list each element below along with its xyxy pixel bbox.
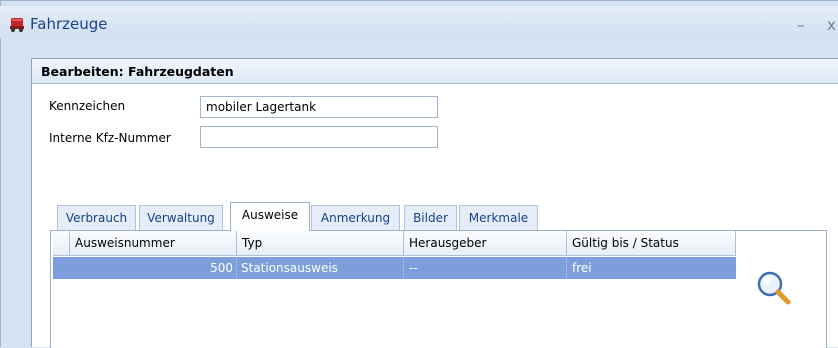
table-row[interactable]: 500 Stationsausweis -- frei [53, 257, 736, 279]
column-header-gueltig-bis-status[interactable]: Gültig bis / Status [567, 231, 736, 256]
cell-gueltig-bis-status: frei [572, 261, 592, 275]
title-bar: Fahrzeuge – x [0, 6, 838, 38]
tab-verbrauch[interactable]: Verbrauch [57, 205, 136, 230]
cell-typ: Stationsausweis [237, 257, 404, 279]
kfz-nummer-label: Interne Kfz-Nummer [49, 131, 171, 145]
magnifier-icon[interactable] [754, 268, 794, 308]
panel-header: Bearbeiten: Fahrzeugdaten [32, 59, 838, 84]
column-header-typ[interactable]: Typ [237, 231, 404, 256]
minimize-button[interactable]: – [797, 16, 805, 34]
tab-bilder[interactable]: Bilder [404, 205, 457, 230]
cell-ausweisnummer: 500 [70, 257, 237, 279]
grid-header: Ausweisnummer Typ Herausgeber Gültig bis… [53, 231, 736, 256]
close-button[interactable]: x [827, 16, 836, 34]
panel-title: Bearbeiten: Fahrzeugdaten [41, 64, 234, 79]
kennzeichen-label: Kennzeichen [49, 99, 126, 113]
grid-corner [53, 231, 70, 256]
column-header-ausweisnummer[interactable]: Ausweisnummer [70, 231, 237, 256]
column-header-herausgeber[interactable]: Herausgeber [404, 231, 567, 256]
edit-panel: Bearbeiten: Fahrzeugdaten Kennzeichen In… [31, 58, 838, 348]
tab-merkmale[interactable]: Merkmale [459, 205, 538, 230]
tab-ausweise[interactable]: Ausweise [230, 202, 310, 231]
cell-herausgeber: -- [404, 257, 567, 279]
kennzeichen-field[interactable] [200, 96, 438, 118]
tab-anmerkung[interactable]: Anmerkung [311, 205, 400, 230]
window-title: Fahrzeuge [30, 15, 108, 33]
tab-verwaltung[interactable]: Verwaltung [139, 205, 223, 230]
truck-icon [10, 18, 24, 32]
ausweise-tab-page: Ausweisnummer Typ Herausgeber Gültig bis… [50, 230, 827, 348]
kfz-nummer-field[interactable] [200, 126, 438, 148]
